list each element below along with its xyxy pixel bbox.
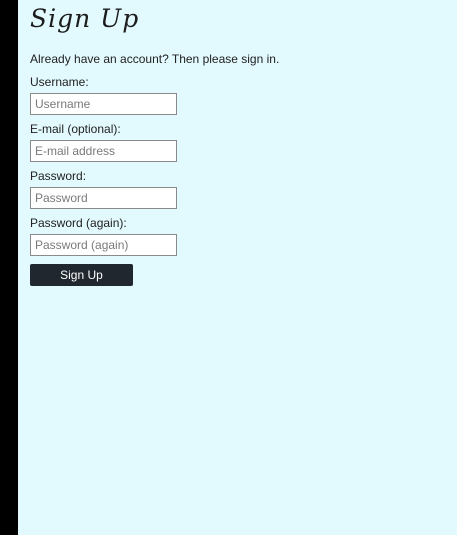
username-input[interactable] bbox=[30, 93, 177, 115]
password-again-input[interactable] bbox=[30, 234, 177, 256]
password-input[interactable] bbox=[30, 187, 177, 209]
email-input[interactable] bbox=[30, 140, 177, 162]
email-label: E-mail (optional): bbox=[30, 122, 121, 136]
signup-page: Sign Up Already have an account? Then pl… bbox=[18, 0, 457, 535]
signup-button[interactable]: Sign Up bbox=[30, 264, 133, 286]
username-label: Username: bbox=[30, 75, 89, 89]
password-label: Password: bbox=[30, 169, 87, 183]
page-title: Sign Up bbox=[30, 4, 140, 33]
signin-prompt: Already have an account? Then please sig… bbox=[30, 52, 280, 66]
password-again-label: Password (again): bbox=[30, 216, 127, 230]
